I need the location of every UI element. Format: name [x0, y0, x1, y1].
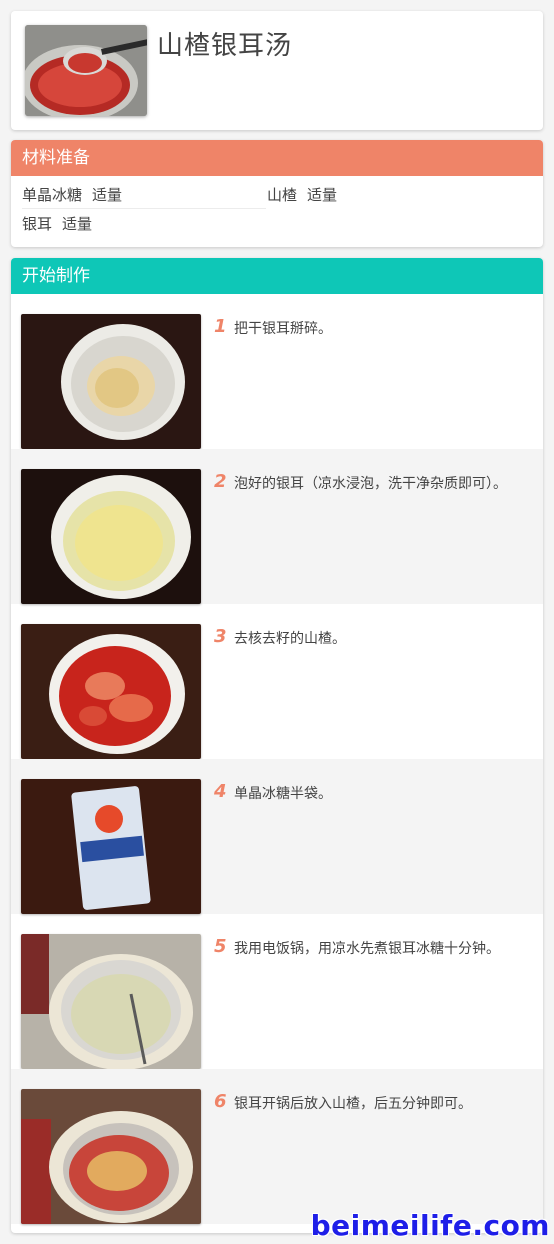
ingredients-header: 材料准备	[11, 140, 543, 176]
ingredient-divider	[22, 208, 266, 209]
ingredient-qty: 适量	[92, 186, 123, 204]
recipe-cover-image[interactable]	[25, 25, 147, 116]
step-item: 4 单晶冰糖半袋。	[11, 759, 543, 914]
ingredient-name: 银耳	[22, 215, 53, 233]
step-text: 把干银耳掰碎。	[234, 321, 332, 337]
step-image[interactable]	[21, 1089, 201, 1224]
step-text: 单晶冰糖半袋。	[234, 786, 332, 802]
site-watermark: beimeilife.com	[310, 1209, 550, 1242]
recipe-header-card: 山楂银耳汤	[11, 11, 543, 130]
ingredients-card: 材料准备 单晶冰糖 适量 山楂 适量 银耳 适量	[11, 140, 543, 247]
step-item: 2 泡好的银耳（凉水浸泡，洗干净杂质即可）。	[11, 449, 543, 604]
ingredient-item: 单晶冰糖 适量	[22, 181, 122, 209]
step-text: 银耳开锅后放入山楂，后五分钟即可。	[234, 1096, 472, 1112]
step-item: 1 把干银耳掰碎。	[11, 294, 543, 449]
step-item: 5 我用电饭锅，用凉水先煮银耳冰糖十分钟。	[11, 914, 543, 1069]
ingredient-item: 银耳 适量	[22, 210, 92, 238]
ingredient-qty: 适量	[62, 215, 93, 233]
ingredient-name: 单晶冰糖	[22, 186, 83, 204]
ingredient-qty: 适量	[307, 186, 338, 204]
step-text: 我用电饭锅，用凉水先煮银耳冰糖十分钟。	[234, 941, 500, 957]
step-text: 去核去籽的山楂。	[234, 631, 346, 647]
step-image[interactable]	[21, 469, 201, 604]
steps-header: 开始制作	[11, 258, 543, 294]
step-image[interactable]	[21, 934, 201, 1069]
ingredient-name: 山楂	[267, 186, 298, 204]
step-item: 6 银耳开锅后放入山楂，后五分钟即可。	[11, 1069, 543, 1224]
step-image[interactable]	[21, 779, 201, 914]
step-item: 3 去核去籽的山楂。	[11, 604, 543, 759]
page-title: 山楂银耳汤	[157, 31, 293, 61]
ingredient-item: 山楂 适量	[267, 181, 337, 209]
step-text: 泡好的银耳（凉水浸泡，洗干净杂质即可）。	[234, 476, 507, 492]
step-image[interactable]	[21, 314, 201, 449]
step-image[interactable]	[21, 624, 201, 759]
steps-card: 开始制作 1 把干银耳掰碎。 2 泡好的银耳（凉水浸泡，洗干净杂质即可）。 3 …	[11, 258, 543, 1233]
